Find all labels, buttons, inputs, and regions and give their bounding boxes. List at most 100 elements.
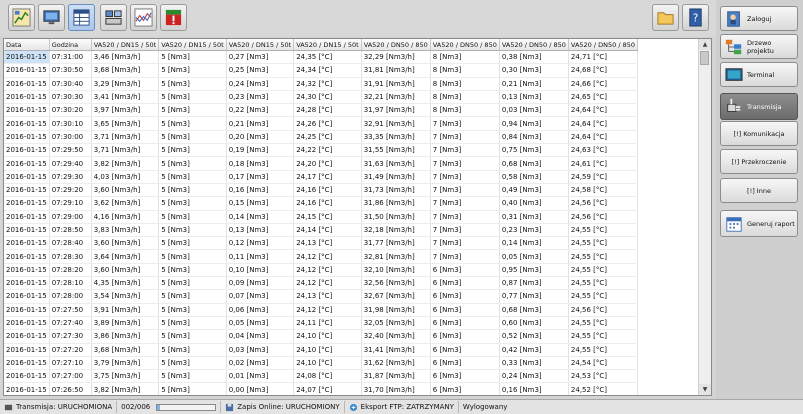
table-row[interactable]: 2016-01-15 07:26:50 3,82 [Nm3/h] 5 [Nm3] 0,0… xyxy=(4,382,639,395)
table-cell: 3,60 [Nm3/h] xyxy=(91,183,160,198)
table-cell: 07:27:20 xyxy=(49,343,92,357)
table-row[interactable]: 2016-01-15 07:27:20 3,68 [Nm3/h] 5 [Nm3] 0,0… xyxy=(4,343,639,357)
table-row[interactable]: 2016-01-15 07:29:30 4,03 [Nm3/h] 5 [Nm3] 0,1… xyxy=(4,170,639,184)
chart-view-button[interactable] xyxy=(8,4,35,31)
table-row[interactable]: 2016-01-15 07:29:50 3,71 [Nm3/h] 5 [Nm3] 0,1… xyxy=(4,143,639,158)
report-button[interactable]: Generuj raport xyxy=(720,210,798,237)
table-cell: 5 [Nm3] xyxy=(158,263,227,278)
table-cell: 07:28:00 xyxy=(49,289,92,304)
table-row[interactable]: 2016-01-15 07:30:50 3,68 [Nm3/h] 5 [Nm3] 0,2… xyxy=(4,63,639,78)
table-cell: 2016-01-15 xyxy=(4,196,50,211)
scroll-down-icon[interactable]: ▼ xyxy=(699,384,711,395)
table-cell: 2016-01-15 xyxy=(4,130,50,145)
table-row[interactable]: 2016-01-15 07:28:20 3,60 [Nm3/h] 5 [Nm3] 0,1… xyxy=(4,263,639,278)
table-cell: 0,16 [Nm3] xyxy=(226,183,295,198)
table-cell: 2016-01-15 xyxy=(4,50,50,65)
table-view-button[interactable] xyxy=(68,4,95,31)
ftp-icon xyxy=(349,403,357,411)
other-button[interactable]: [!] Inne xyxy=(720,178,798,203)
table-row[interactable]: 2016-01-15 07:30:30 3,41 [Nm3/h] 5 [Nm3] 0,2… xyxy=(4,90,639,105)
alarm-icon xyxy=(165,9,182,26)
column-header[interactable]: VA520 / DN15 / 50t xyxy=(158,39,227,51)
table-row[interactable]: 2016-01-15 07:30:00 3,71 [Nm3/h] 5 [Nm3] 0,2… xyxy=(4,130,639,145)
table-cell: 31,49 [Nm3/h] xyxy=(361,170,431,184)
table-cell: 6 [Nm3] xyxy=(430,263,500,278)
table-row[interactable]: 2016-01-15 07:27:00 3,75 [Nm3/h] 5 [Nm3] 0,0… xyxy=(4,369,639,384)
table-cell: 2016-01-15 xyxy=(4,143,50,158)
monitor-view-button[interactable] xyxy=(38,4,65,31)
column-header[interactable]: VA520 / DN50 / 850 xyxy=(361,39,431,51)
column-header[interactable]: VA520 / DN50 / 850 xyxy=(499,39,569,51)
column-header[interactable]: VA520 / DN50 / 850 xyxy=(568,39,639,51)
data-grid[interactable]: Data Godzina VA520 / DN15 / 50t VA520 / DN1… xyxy=(3,38,712,396)
login-button[interactable]: Zaloguj xyxy=(720,6,798,31)
table-cell: 07:30:50 xyxy=(49,63,92,78)
transmission-button[interactable]: Transmisja xyxy=(720,93,798,120)
table-row[interactable]: 2016-01-15 07:27:10 3,79 [Nm3/h] 5 [Nm3] 0,0… xyxy=(4,356,639,371)
table-row[interactable]: 2016-01-15 07:28:30 3,64 [Nm3/h] 5 [Nm3] 0,1… xyxy=(4,249,639,264)
table-row[interactable]: 2016-01-15 07:27:50 3,91 [Nm3/h] 5 [Nm3] 0,0… xyxy=(4,303,639,317)
scroll-up-icon[interactable]: ▲ xyxy=(699,39,711,50)
table-cell: 07:27:30 xyxy=(49,329,92,344)
table-row[interactable]: 2016-01-15 07:28:40 3,60 [Nm3/h] 5 [Nm3] 0,1… xyxy=(4,236,639,251)
devices-view-button[interactable] xyxy=(100,4,127,31)
exceed-button[interactable]: [!] Przekroczenie xyxy=(720,149,798,174)
table-cell: 6 [Nm3] xyxy=(430,356,500,371)
login-icon xyxy=(727,10,740,27)
trend-view-button[interactable] xyxy=(130,4,157,31)
table-cell: 24,25 [°C] xyxy=(293,130,362,145)
table-cell: 5 [Nm3] xyxy=(158,276,227,291)
table-cell: 6 [Nm3] xyxy=(430,289,500,304)
table-row[interactable]: 2016-01-15 07:31:00 3,46 [Nm3/h] 5 [Nm3] 0,2… xyxy=(4,50,639,65)
table-cell: 5 [Nm3] xyxy=(158,77,227,91)
table-cell: 2016-01-15 xyxy=(4,77,50,91)
table-cell: 0,27 [Nm3] xyxy=(226,50,295,65)
table-row[interactable]: 2016-01-15 07:28:00 3,54 [Nm3/h] 5 [Nm3] 0,0… xyxy=(4,289,639,304)
alarms-view-button[interactable] xyxy=(160,4,187,31)
table-row[interactable]: 2016-01-15 07:29:20 3,60 [Nm3/h] 5 [Nm3] 0,1… xyxy=(4,183,639,198)
table-cell: 3,64 [Nm3/h] xyxy=(91,249,160,264)
column-header[interactable]: VA520 / DN15 / 50t xyxy=(91,39,160,51)
table-cell: 0,24 [Nm3] xyxy=(499,369,569,384)
table-cell: 5 [Nm3] xyxy=(158,156,227,171)
table-row[interactable]: 2016-01-15 07:27:30 3,86 [Nm3/h] 5 [Nm3] 0,0… xyxy=(4,329,639,344)
project-tree-button[interactable]: Drzewo projektu xyxy=(720,34,798,59)
column-header[interactable]: VA520 / DN15 / 50t xyxy=(293,39,362,51)
table-cell: 4,03 [Nm3/h] xyxy=(91,170,160,184)
table-cell: 07:27:00 xyxy=(49,369,92,384)
table-row[interactable]: 2016-01-15 07:27:40 3,89 [Nm3/h] 5 [Nm3] 0,0… xyxy=(4,316,639,331)
table-cell: 24,22 [°C] xyxy=(293,143,362,158)
vertical-scrollbar[interactable]: ▲ ▼ xyxy=(698,39,711,395)
table-cell: 24,10 [°C] xyxy=(293,343,362,357)
table-cell: 0,07 [Nm3] xyxy=(226,289,295,304)
column-header[interactable]: VA520 / DN15 / 50t xyxy=(226,39,295,51)
table-row[interactable]: 2016-01-15 07:28:50 3,83 [Nm3/h] 5 [Nm3] 0,1… xyxy=(4,223,639,238)
table-cell: 3,82 [Nm3/h] xyxy=(91,156,160,171)
table-row[interactable]: 2016-01-15 07:29:00 4,16 [Nm3/h] 5 [Nm3] 0,1… xyxy=(4,210,639,224)
table-cell: 07:27:10 xyxy=(49,356,92,371)
table-row[interactable]: 2016-01-15 07:28:10 4,35 [Nm3/h] 5 [Nm3] 0,0… xyxy=(4,276,639,291)
help-button[interactable]: ? xyxy=(682,4,709,31)
column-header[interactable]: Data xyxy=(4,39,50,51)
table-cell: 3,71 [Nm3/h] xyxy=(91,143,160,158)
terminal-button[interactable]: Terminal xyxy=(720,62,798,87)
table-row[interactable]: 2016-01-15 07:29:40 3,82 [Nm3/h] 5 [Nm3] 0,1… xyxy=(4,156,639,171)
table-cell: 31,50 [Nm3/h] xyxy=(361,210,431,224)
table-cell: 0,05 [Nm3] xyxy=(499,249,569,264)
scroll-thumb[interactable] xyxy=(700,51,709,65)
online-save-status: Zapis Online: URUCHOMIONY xyxy=(221,401,345,413)
table-row[interactable]: 2016-01-15 07:30:40 3,29 [Nm3/h] 5 [Nm3] 0,2… xyxy=(4,77,639,91)
table-row[interactable]: 2016-01-15 07:29:10 3,62 [Nm3/h] 5 [Nm3] 0,1… xyxy=(4,196,639,211)
open-folder-button[interactable] xyxy=(652,4,679,31)
table-row[interactable]: 2016-01-15 07:30:10 3,65 [Nm3/h] 5 [Nm3] 0,2… xyxy=(4,116,639,131)
table-row[interactable]: 2016-01-15 07:30:20 3,97 [Nm3/h] 5 [Nm3] 0,2… xyxy=(4,103,639,118)
table-cell: 5 [Nm3] xyxy=(158,143,227,158)
column-header[interactable]: Godzina xyxy=(49,39,92,51)
table-cell: 6 [Nm3] xyxy=(430,276,500,291)
table-cell: 24,35 [°C] xyxy=(293,50,362,65)
communication-button[interactable]: [!] Komunikacja xyxy=(720,121,798,146)
svg-text:?: ? xyxy=(693,12,699,24)
column-header[interactable]: VA520 / DN50 / 850 xyxy=(430,39,500,51)
table-cell: 24,53 [°C] xyxy=(568,369,639,384)
table-cell: 0,23 [Nm3] xyxy=(499,223,569,238)
